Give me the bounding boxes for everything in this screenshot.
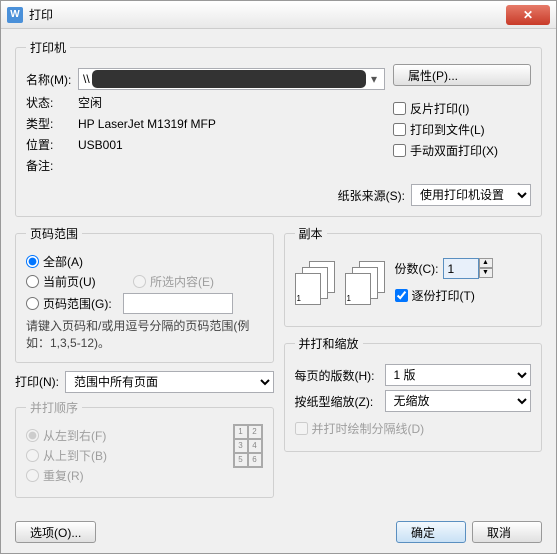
print-what-select[interactable]: 范围中所有页面 [65, 371, 274, 393]
order-repeat-label: 重复(R) [43, 467, 84, 484]
location-label: 位置: [26, 136, 78, 153]
order-tb-label: 从上到下(B) [43, 447, 107, 464]
copies-count-input[interactable] [443, 258, 479, 279]
status-label: 状态: [26, 94, 78, 111]
order-tb-radio [26, 449, 39, 462]
app-icon: W [7, 7, 23, 23]
printer-name-select[interactable]: \\ ▾ [78, 68, 385, 90]
draw-separator-label: 并打时绘制分隔线(D) [312, 420, 425, 437]
type-label: 类型: [26, 115, 78, 132]
titlebar: W 打印 ✕ [1, 1, 556, 29]
scale-group: 并打和缩放 每页的版数(H): 1 版 按纸型缩放(Z): 无缩放 并打时绘制分… [284, 335, 543, 452]
scale-to-paper-select[interactable]: 无缩放 [385, 390, 532, 412]
name-prefix: \\ [81, 72, 92, 86]
scale-to-paper-label: 按纸型缩放(Z): [295, 393, 381, 410]
range-all-radio[interactable] [26, 255, 39, 268]
range-selection-radio [133, 275, 146, 288]
reverse-print-label: 反片打印(I) [410, 100, 469, 117]
page-range-group: 页码范围 全部(A) 当前页(U) 所选内容(E) 页码范围(G): 请键入页码… [15, 225, 274, 363]
options-button[interactable]: 选项(O)... [15, 521, 96, 543]
printer-name-redacted [92, 70, 366, 88]
cancel-button[interactable]: 取消 [472, 521, 542, 543]
pages-per-sheet-label: 每页的版数(H): [295, 367, 381, 384]
range-all-label: 全部(A) [43, 253, 83, 270]
paper-source-select[interactable]: 使用打印机设置 [411, 184, 531, 206]
name-label: 名称(M): [26, 71, 78, 88]
order-lr-label: 从左到右(F) [43, 427, 106, 444]
range-selection-label: 所选内容(E) [150, 273, 214, 290]
collate-preview-icon-2: 321 [345, 261, 385, 305]
reverse-print-checkbox[interactable] [393, 102, 406, 115]
printer-legend: 打印机 [26, 39, 70, 56]
order-lr-radio [26, 429, 39, 442]
print-what-label: 打印(N): [15, 373, 59, 390]
draw-separator-checkbox [295, 422, 308, 435]
range-pages-radio[interactable] [26, 297, 39, 310]
manual-duplex-checkbox[interactable] [393, 144, 406, 157]
print-to-file-checkbox[interactable] [393, 123, 406, 136]
scale-legend: 并打和缩放 [295, 335, 363, 352]
collate-preview-icon: 321 [295, 261, 335, 305]
spinner-down-icon[interactable]: ▼ [479, 268, 493, 278]
range-hint: 请键入页码和/或用逗号分隔的页码范围(例如：1,3,5-12)。 [26, 318, 263, 352]
collate-checkbox[interactable] [395, 289, 408, 302]
copies-count-label: 份数(C): [395, 260, 439, 277]
order-preview-icon: 123456 [233, 424, 263, 468]
properties-button[interactable]: 属性(P)... [393, 64, 531, 86]
status-value: 空闲 [78, 94, 385, 111]
close-icon: ✕ [523, 8, 533, 22]
range-pages-input[interactable] [123, 293, 233, 314]
copies-legend: 副本 [295, 225, 327, 242]
manual-duplex-label: 手动双面打印(X) [410, 142, 498, 159]
spinner-up-icon[interactable]: ▲ [479, 258, 493, 268]
range-pages-label: 页码范围(G): [43, 295, 123, 312]
ok-button[interactable]: 确定 [396, 521, 466, 543]
window-title: 打印 [29, 6, 506, 23]
paper-source-label: 纸张来源(S): [338, 187, 405, 204]
order-repeat-radio [26, 469, 39, 482]
copies-group: 副本 321 321 份数(C): [284, 225, 543, 327]
collate-label: 逐份打印(T) [412, 287, 475, 304]
chevron-down-icon: ▾ [366, 72, 382, 86]
print-order-group: 并打顺序 从左到右(F) 从上到下(B) 重复(R) 123456 [15, 399, 274, 498]
range-current-radio[interactable] [26, 275, 39, 288]
close-button[interactable]: ✕ [506, 5, 550, 25]
comment-label: 备注: [26, 157, 78, 174]
printer-group: 打印机 名称(M): \\ ▾ 状态:空闲 类型:HP LaserJet M13… [15, 39, 542, 217]
print-order-legend: 并打顺序 [26, 399, 82, 416]
print-to-file-label: 打印到文件(L) [410, 121, 485, 138]
range-current-label: 当前页(U) [43, 273, 133, 290]
location-value: USB001 [78, 138, 385, 152]
page-range-legend: 页码范围 [26, 225, 82, 242]
type-value: HP LaserJet M1319f MFP [78, 117, 385, 131]
pages-per-sheet-select[interactable]: 1 版 [385, 364, 532, 386]
